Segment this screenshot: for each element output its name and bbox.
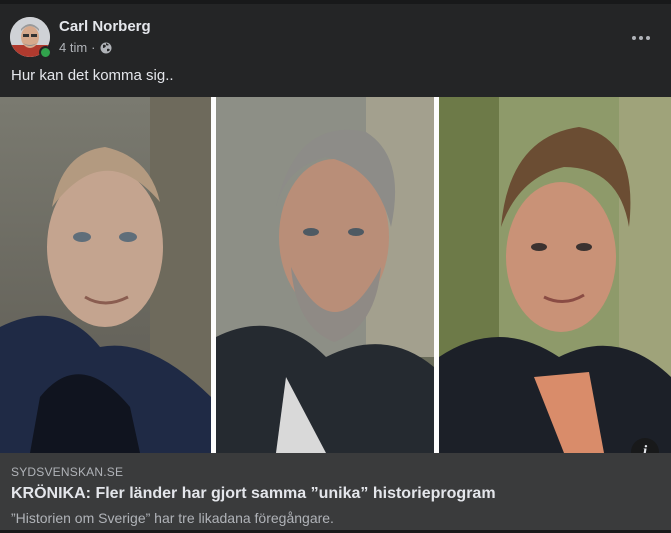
post-text: Hur kan det komma sig.. [11, 67, 174, 84]
image-panel-middle [216, 97, 434, 453]
link-preview-image[interactable] [0, 97, 671, 453]
post-meta: 4 tim · [59, 40, 112, 55]
image-panel-right [439, 97, 671, 453]
online-status-dot [39, 46, 52, 59]
link-description: ”Historien om Sverige” har tre likadana … [11, 510, 334, 526]
link-domain: SYDSVENSKAN.SE [11, 465, 124, 479]
more-horizontal-icon [632, 36, 650, 40]
post-header: Carl Norberg 4 tim · [0, 4, 671, 62]
feed-post: Carl Norberg 4 tim · Hur kan det komma s… [0, 4, 671, 530]
meta-separator: · [91, 40, 96, 55]
link-title[interactable]: KRÖNIKA: Fler länder har gjort samma ”un… [11, 485, 496, 503]
link-preview-box[interactable]: SYDSVENSKAN.SE KRÖNIKA: Fler länder har … [0, 453, 671, 530]
post-time[interactable]: 4 tim [59, 40, 87, 55]
more-options-button[interactable] [625, 24, 657, 52]
author-name[interactable]: Carl Norberg [59, 18, 151, 35]
image-panel-left [0, 97, 211, 453]
globe-icon[interactable] [100, 42, 112, 54]
